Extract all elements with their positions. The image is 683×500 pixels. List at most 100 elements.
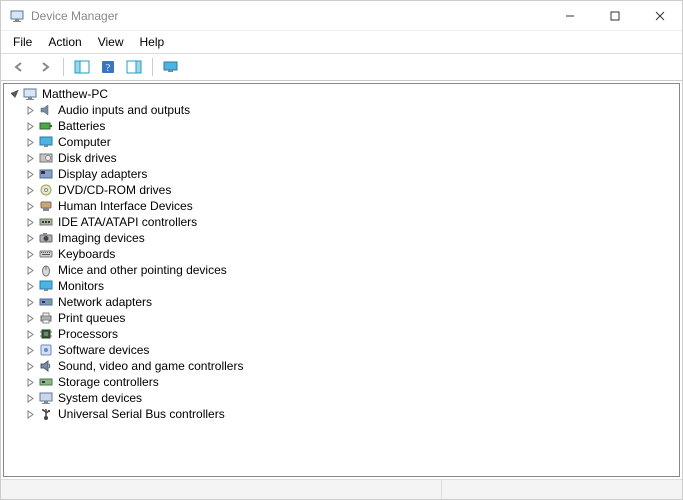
tree-category-label[interactable]: Mice and other pointing devices (58, 263, 227, 278)
tree-root-node[interactable]: Matthew-PC (4, 86, 679, 102)
tree-category-label[interactable]: IDE ATA/ATAPI controllers (58, 215, 197, 230)
tree-category-label[interactable]: Network adapters (58, 295, 152, 310)
close-button[interactable] (637, 1, 682, 31)
tree-category-label[interactable]: Monitors (58, 279, 104, 294)
titlebar: Device Manager (1, 1, 682, 31)
expander-open-icon[interactable] (8, 88, 20, 100)
tree-category-node[interactable]: Processors (4, 326, 679, 342)
minimize-button[interactable] (547, 1, 592, 31)
help-icon: ? (101, 60, 115, 74)
tree-category-label[interactable]: Batteries (58, 119, 105, 134)
expander-closed-icon[interactable] (24, 280, 36, 292)
expander-closed-icon[interactable] (24, 152, 36, 164)
expander-closed-icon[interactable] (24, 408, 36, 420)
tree-category-label[interactable]: Sound, video and game controllers (58, 359, 243, 374)
dvd-icon (38, 182, 54, 198)
menu-action[interactable]: Action (40, 33, 89, 51)
tree-category-node[interactable]: Network adapters (4, 294, 679, 310)
back-button[interactable] (7, 56, 31, 78)
tree-category-label[interactable]: Display adapters (58, 167, 147, 182)
tree-category-label[interactable]: DVD/CD-ROM drives (58, 183, 171, 198)
expander-closed-icon[interactable] (24, 344, 36, 356)
forward-button[interactable] (33, 56, 57, 78)
expander-closed-icon[interactable] (24, 360, 36, 372)
expander-closed-icon[interactable] (24, 120, 36, 132)
tree-category-node[interactable]: Sound, video and game controllers (4, 358, 679, 374)
tree-category-node[interactable]: Human Interface Devices (4, 198, 679, 214)
tree-category-label[interactable]: System devices (58, 391, 142, 406)
tree-category-label[interactable]: Disk drives (58, 151, 117, 166)
tree-category-label[interactable]: Universal Serial Bus controllers (58, 407, 225, 422)
tree-category-label[interactable]: Computer (58, 135, 111, 150)
monitor-icon (38, 278, 54, 294)
tree-category-node[interactable]: Audio inputs and outputs (4, 102, 679, 118)
expander-closed-icon[interactable] (24, 264, 36, 276)
tree-category-label[interactable]: Storage controllers (58, 375, 159, 390)
tree-category-node[interactable]: Mice and other pointing devices (4, 262, 679, 278)
tree-category-node[interactable]: Computer (4, 134, 679, 150)
system-icon (38, 390, 54, 406)
tree-pane-icon (74, 60, 90, 74)
printer-icon (38, 310, 54, 326)
window-title: Device Manager (31, 9, 547, 23)
tree-category-node[interactable]: Storage controllers (4, 374, 679, 390)
tree-category-label[interactable]: Audio inputs and outputs (58, 103, 190, 118)
toolbar: ? (1, 53, 682, 81)
tree-category-node[interactable]: Print queues (4, 310, 679, 326)
tree-category-node[interactable]: IDE ATA/ATAPI controllers (4, 214, 679, 230)
tree-category-node[interactable]: Universal Serial Bus controllers (4, 406, 679, 422)
expander-closed-icon[interactable] (24, 168, 36, 180)
mouse-icon (38, 262, 54, 278)
expander-closed-icon[interactable] (24, 232, 36, 244)
expander-closed-icon[interactable] (24, 184, 36, 196)
expander-closed-icon[interactable] (24, 296, 36, 308)
expander-closed-icon[interactable] (24, 376, 36, 388)
device-tree: Matthew-PC Audio inputs and outputsBatte… (4, 86, 679, 422)
status-pane-left (1, 480, 442, 499)
device-tree-panel[interactable]: Matthew-PC Audio inputs and outputsBatte… (3, 83, 680, 477)
tree-category-node[interactable]: Batteries (4, 118, 679, 134)
expander-closed-icon[interactable] (24, 328, 36, 340)
tree-root-label[interactable]: Matthew-PC (42, 87, 108, 102)
software-icon (38, 342, 54, 358)
cpu-icon (38, 326, 54, 342)
computer-icon (22, 86, 38, 102)
expander-closed-icon[interactable] (24, 104, 36, 116)
toolbar-separator (63, 58, 64, 76)
show-hide-tree-button[interactable] (70, 56, 94, 78)
maximize-button[interactable] (592, 1, 637, 31)
tree-category-node[interactable]: Display adapters (4, 166, 679, 182)
menu-file[interactable]: File (5, 33, 40, 51)
tree-category-label[interactable]: Print queues (58, 311, 125, 326)
expander-closed-icon[interactable] (24, 248, 36, 260)
menu-help[interactable]: Help (132, 33, 173, 51)
expander-closed-icon[interactable] (24, 312, 36, 324)
ide-icon (38, 214, 54, 230)
toolbar-separator (152, 58, 153, 76)
usb-icon (38, 406, 54, 422)
tree-category-node[interactable]: Keyboards (4, 246, 679, 262)
expander-closed-icon[interactable] (24, 136, 36, 148)
display-adapter-icon (38, 166, 54, 182)
app-icon (9, 8, 25, 24)
tree-category-node[interactable]: DVD/CD-ROM drives (4, 182, 679, 198)
tree-category-label[interactable]: Software devices (58, 343, 149, 358)
storage-icon (38, 374, 54, 390)
menu-view[interactable]: View (90, 33, 132, 51)
tree-category-node[interactable]: Software devices (4, 342, 679, 358)
expander-closed-icon[interactable] (24, 216, 36, 228)
tree-category-node[interactable]: Monitors (4, 278, 679, 294)
tree-category-label[interactable]: Imaging devices (58, 231, 145, 246)
tree-category-label[interactable]: Processors (58, 327, 118, 342)
tree-category-node[interactable]: Disk drives (4, 150, 679, 166)
expander-closed-icon[interactable] (24, 200, 36, 212)
expander-closed-icon[interactable] (24, 392, 36, 404)
help-button[interactable]: ? (96, 56, 120, 78)
action-pane-button[interactable] (122, 56, 146, 78)
tree-category-label[interactable]: Keyboards (58, 247, 115, 262)
scan-hardware-button[interactable] (159, 56, 183, 78)
arrow-right-icon (38, 60, 52, 74)
tree-category-node[interactable]: System devices (4, 390, 679, 406)
tree-category-label[interactable]: Human Interface Devices (58, 199, 193, 214)
tree-category-node[interactable]: Imaging devices (4, 230, 679, 246)
